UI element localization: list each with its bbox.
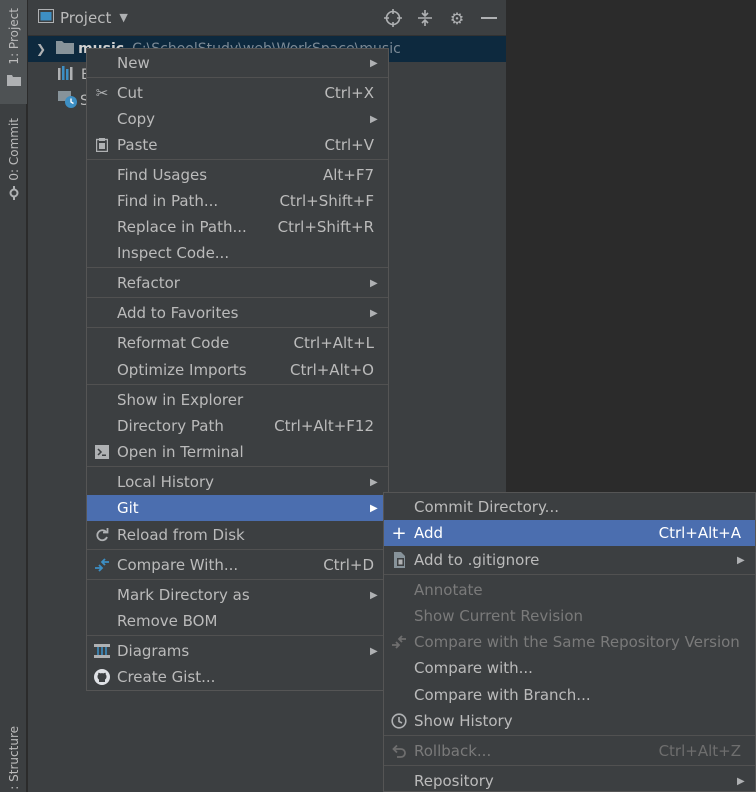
gear-icon[interactable]: ⚙ [446, 8, 468, 28]
submenu-arrow-icon: ▶ [370, 476, 378, 488]
menu-item-compare-with[interactable]: Compare With... Ctrl+D [87, 552, 388, 578]
git-item-rollback: Rollback... Ctrl+Alt+Z [384, 738, 755, 764]
menu-item-paste[interactable]: Paste Ctrl+V [87, 132, 388, 158]
git-item-annotate: Annotate [414, 581, 483, 599]
git-item-add-to-gitignore[interactable]: Add to .gitignore ▶ [384, 547, 755, 573]
panel-header: Project ▼ ⚙ [28, 0, 506, 36]
undo-icon [384, 738, 414, 764]
plus-icon: + [391, 522, 407, 544]
folder-icon [56, 40, 75, 58]
submenu-arrow-icon: ▶ [370, 113, 378, 125]
menu-item-show-in-explorer[interactable]: Show in Explorer [87, 387, 388, 413]
structure-tab-label: : Structure [6, 726, 21, 790]
panel-toolbar: ⚙ [382, 8, 500, 28]
menu-item-new[interactable]: New ▶ [87, 50, 388, 76]
menu-item-remove-bom[interactable]: Remove BOM [87, 608, 388, 634]
menu-separator [87, 549, 388, 550]
chevron-right-icon[interactable]: ❯ [36, 42, 46, 56]
menu-item-diagrams[interactable]: Diagrams ▶ [87, 638, 388, 664]
menu-item-find-usages[interactable]: Find Usages Alt+F7 [87, 162, 388, 188]
menu-item-replace-in-path[interactable]: Replace in Path... Ctrl+Shift+R [87, 214, 388, 240]
git-item-repository[interactable]: Repository ▶ [384, 768, 755, 792]
project-tool-tab[interactable]: 1: Project [0, 0, 27, 104]
tool-window-strip: 1: Project 0: Commit : Structure [0, 0, 27, 792]
scissors-icon: ✂ [95, 84, 109, 102]
menu-separator [384, 574, 755, 575]
menu-item-refactor[interactable]: Refactor ▶ [87, 270, 388, 296]
diagram-icon [87, 638, 117, 664]
terminal-icon [87, 439, 117, 465]
minimize-icon[interactable] [478, 8, 500, 28]
menu-item-find-in-path[interactable]: Find in Path... Ctrl+Shift+F [87, 188, 388, 214]
folder-icon [6, 71, 21, 90]
compare-icon [87, 552, 117, 578]
menu-item-copy[interactable]: Copy ▶ [87, 106, 388, 132]
library-icon [58, 66, 76, 84]
collapse-all-icon[interactable] [414, 8, 436, 28]
menu-separator [87, 579, 388, 580]
menu-item-open-in-terminal[interactable]: Open in Terminal [87, 439, 388, 465]
locate-icon[interactable] [382, 8, 404, 28]
submenu-arrow-icon: ▶ [737, 554, 745, 566]
git-item-show-current-revision: Show Current Revision [414, 607, 584, 625]
submenu-arrow-icon: ▶ [737, 775, 745, 787]
compare-icon [384, 629, 414, 655]
submenu-arrow-icon: ▶ [370, 57, 378, 69]
menu-item-add-to-favorites[interactable]: Add to Favorites ▶ [87, 300, 388, 326]
structure-tool-tab[interactable]: : Structure [0, 722, 27, 792]
menu-item-inspect-code[interactable]: Inspect Code... [87, 240, 388, 266]
menu-item-cut[interactable]: ✂ Cut Ctrl+X [87, 80, 388, 106]
commit-tab-label: 0: Commit [6, 118, 21, 181]
chevron-down-icon[interactable]: ▼ [119, 11, 127, 24]
commit-icon [7, 185, 21, 204]
submenu-arrow-icon: ▶ [370, 277, 378, 289]
clock-icon [384, 708, 414, 734]
git-item-show-history[interactable]: Show History [384, 708, 755, 734]
github-icon [87, 664, 117, 690]
menu-item-optimize-imports[interactable]: Optimize Imports Ctrl+Alt+O [87, 357, 388, 383]
project-view-icon [38, 8, 54, 27]
gitignore-icon [384, 547, 414, 573]
menu-item-reload-from-disk[interactable]: Reload from Disk [87, 522, 388, 548]
git-item-commit-directory[interactable]: Commit Directory... [384, 494, 755, 520]
menu-item-directory-path[interactable]: Directory Path Ctrl+Alt+F12 [87, 413, 388, 439]
menu-item-create-gist[interactable]: Create Gist... [87, 664, 388, 690]
git-submenu: Commit Directory... + Add Ctrl+Alt+A Add t… [383, 492, 756, 792]
menu-item-local-history[interactable]: Local History ▶ [87, 469, 388, 495]
panel-title[interactable]: Project [60, 9, 111, 27]
project-tab-label: 1: Project [6, 8, 21, 65]
git-item-compare-with-branch[interactable]: Compare with Branch... [384, 682, 755, 708]
menu-separator [87, 159, 388, 160]
menu-separator [384, 735, 755, 736]
git-item-add[interactable]: + Add Ctrl+Alt+A [384, 520, 755, 546]
menu-item-git[interactable]: Git ▶ [87, 495, 388, 521]
git-item-compare-same-repo: Compare with the Same Repository Version [384, 629, 755, 655]
menu-separator [87, 327, 388, 328]
menu-separator [87, 267, 388, 268]
menu-separator [87, 77, 388, 78]
menu-separator [384, 765, 755, 766]
menu-item-reformat-code[interactable]: Reformat Code Ctrl+Alt+L [87, 330, 388, 356]
git-item-compare-with[interactable]: Compare with... [384, 655, 755, 681]
menu-separator [87, 297, 388, 298]
submenu-arrow-icon: ▶ [370, 307, 378, 319]
context-menu: New ▶ ✂ Cut Ctrl+X Copy ▶ Paste Ctrl+V Find U… [86, 48, 389, 691]
menu-separator [87, 466, 388, 467]
clipboard-icon [87, 132, 117, 158]
commit-tool-tab[interactable]: 0: Commit [0, 112, 27, 202]
menu-separator [87, 635, 388, 636]
refresh-icon [87, 522, 117, 548]
scratches-icon [58, 89, 78, 113]
menu-separator [87, 384, 388, 385]
menu-item-mark-directory-as[interactable]: Mark Directory as ▶ [87, 582, 388, 608]
